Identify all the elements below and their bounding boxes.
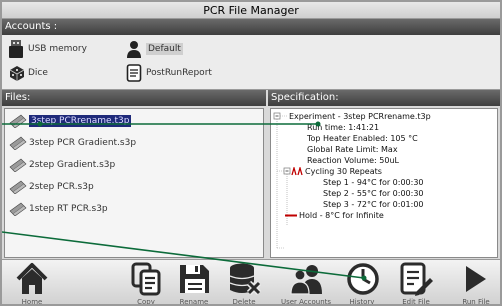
files-header: Files: xyxy=(2,90,266,106)
spec-reaction-volume: Reaction Volume: 50uL xyxy=(307,156,399,165)
file-list[interactable]: 3step PCRrename.t3p 3step PCR Gradient.s… xyxy=(4,108,264,258)
spec-step: Step 1 - 94°C for 0:00:30 xyxy=(323,178,424,187)
spec-cycling: Cycling 30 Repeats xyxy=(305,167,382,176)
specification-header: Specification: xyxy=(268,90,500,106)
rename-button[interactable]: Rename xyxy=(172,262,216,304)
run-file-label: Run File xyxy=(462,298,490,306)
document-icon xyxy=(126,64,142,82)
file-item[interactable]: 1step RT PCR.s3p xyxy=(9,201,108,217)
history-label: History xyxy=(349,298,375,306)
user-accounts-button[interactable]: User Accounts xyxy=(281,262,331,304)
spec-top-heater: Top Heater Enabled: 105 °C xyxy=(307,134,418,143)
user-icon xyxy=(126,40,142,58)
accounts-panel: USB memory Default Dice PostRunReport xyxy=(2,35,500,90)
user-accounts-label: User Accounts xyxy=(280,298,332,306)
delete-button[interactable]: Delete xyxy=(222,262,266,304)
account-label: USB memory xyxy=(28,44,87,54)
usb-memory-icon xyxy=(8,40,24,58)
spec-experiment: Experiment - 3step PCRrename.t3p xyxy=(289,112,431,121)
home-button[interactable]: Home xyxy=(10,262,54,304)
pcr-tube-strip-icon xyxy=(9,158,27,173)
accounts-header: Accounts : xyxy=(2,19,500,35)
pcr-tube-strip-icon xyxy=(9,202,27,217)
account-default[interactable]: Default xyxy=(126,39,183,59)
spec-global-rate: Global Rate Limit: Max xyxy=(307,145,398,154)
file-name: 3step PCRrename.t3p xyxy=(29,115,132,127)
spec-run-time: Run time: 1:41:21 xyxy=(307,123,380,132)
dice-icon xyxy=(8,64,25,82)
file-item[interactable]: 3step PCRrename.t3p xyxy=(9,113,132,129)
edit-file-button[interactable]: Edit File xyxy=(394,262,438,304)
pcr-tube-strip-icon xyxy=(9,180,27,195)
account-label: Dice xyxy=(28,68,48,78)
file-name: 2step PCR.s3p xyxy=(29,182,94,192)
run-file-button[interactable]: Run File xyxy=(454,262,498,304)
spec-step: Step 2 - 55°C for 0:00:30 xyxy=(323,189,424,198)
file-item[interactable]: 2step PCR.s3p xyxy=(9,179,94,195)
pcr-tube-strip-icon xyxy=(9,114,27,129)
file-name: 3step PCR Gradient.s3p xyxy=(29,138,137,148)
history-button[interactable]: History xyxy=(340,262,384,304)
account-dice[interactable]: Dice xyxy=(8,63,48,83)
account-usb-memory[interactable]: USB memory xyxy=(8,39,87,59)
pcr-file-manager-window: PCR File Manager Accounts : USB memory D… xyxy=(0,0,502,306)
file-name: 1step RT PCR.s3p xyxy=(29,204,108,214)
spec-hold: Hold - 8°C for Infinite xyxy=(299,211,384,220)
file-name: 2step Gradient.s3p xyxy=(29,160,116,170)
account-label: Default xyxy=(146,43,183,55)
cycling-icon xyxy=(291,165,303,178)
delete-label: Delete xyxy=(232,298,256,306)
pcr-tube-strip-icon xyxy=(9,136,27,151)
edit-file-label: Edit File xyxy=(402,298,430,306)
window-title: PCR File Manager xyxy=(2,2,500,19)
specification-panel: Experiment - 3step PCRrename.t3p Run tim… xyxy=(270,108,498,258)
file-item[interactable]: 3step PCR Gradient.s3p xyxy=(9,135,136,151)
bottom-toolbar: Home Copy Rename Delete User Accounts Hi… xyxy=(2,259,500,304)
hold-icon xyxy=(285,211,297,222)
home-label: Home xyxy=(21,298,43,306)
file-item[interactable]: 2step Gradient.s3p xyxy=(9,157,115,173)
spec-step: Step 3 - 72°C for 0:01:00 xyxy=(323,200,424,209)
account-postrunreport[interactable]: PostRunReport xyxy=(126,63,212,83)
account-label: PostRunReport xyxy=(146,68,212,78)
copy-button[interactable]: Copy xyxy=(124,262,168,304)
